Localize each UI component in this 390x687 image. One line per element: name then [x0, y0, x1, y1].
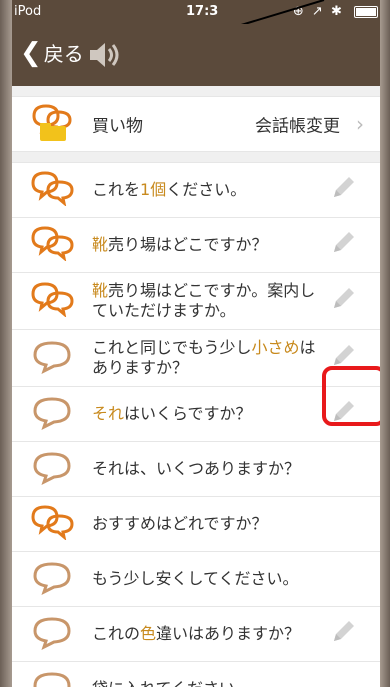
phrase-keyword: 色 [140, 624, 157, 643]
phrase-row[interactable]: それは、いくつありますか？ [12, 442, 380, 497]
phrase-text: 靴売り場はどこですか。案内していただけますか。 [92, 281, 320, 321]
phrase-row[interactable]: 靴売り場はどこですか？ [12, 218, 380, 273]
device-bezel-right [380, 0, 390, 687]
phrase-row[interactable]: おすすめはどれですか？ [12, 497, 380, 552]
speech-bubble-icon [30, 614, 76, 654]
chevron-right-icon: › [356, 112, 364, 136]
phrase-text: おすすめはどれですか？ [92, 514, 320, 534]
phrase-row[interactable]: もう少し安くしてください。 [12, 552, 380, 607]
device-bezel-left [0, 0, 12, 687]
phrase-text: それは、いくつありますか？ [92, 459, 320, 479]
category-label: 買い物 [92, 116, 143, 137]
phrase-keyword: 小さめ [251, 338, 300, 357]
status-time: 17:3 [186, 4, 219, 19]
back-button[interactable]: ❮ 戻る [20, 38, 84, 67]
phrase-segment: これの [92, 624, 141, 643]
phrase-segment: ください。 [166, 180, 247, 199]
phrase-segment: 袋に入れてください。 [92, 679, 251, 687]
chevron-left-icon: ❮ [20, 37, 42, 68]
pencil-icon[interactable] [328, 617, 358, 651]
phrase-row[interactable]: これの色違いはありますか？ [12, 607, 380, 662]
pencil-icon[interactable] [328, 173, 358, 207]
speech-bubble-icon [30, 669, 76, 687]
phrase-segment: もう少し安くしてください。 [92, 569, 299, 588]
phrase-text: 袋に入れてください。 [92, 679, 320, 687]
phrase-segment: 売り場はどこですか？ [108, 235, 268, 254]
pencil-icon[interactable] [328, 284, 358, 318]
phrase-keyword: 靴 [92, 235, 109, 254]
phrase-text: もう少し安くしてください。 [92, 569, 320, 589]
speech-bubble-icon [30, 170, 76, 210]
folder-chat-icon [30, 102, 74, 146]
phrase-keyword: それ [92, 404, 125, 423]
phrase-text: これと同じでもう少し小さめはありますか？ [92, 338, 320, 378]
speech-bubble-icon [30, 559, 76, 599]
phrase-segment: 売り場はどこですか。案内していただけますか。 [92, 281, 316, 320]
phrase-segment: それは、いくつありますか？ [92, 459, 301, 478]
pencil-icon[interactable] [328, 228, 358, 262]
speech-bubble-icon [30, 504, 76, 544]
phrase-keyword: 1 [140, 180, 151, 199]
status-bar: iPod 17:3 ⊕ ↗ ✱ [0, 0, 390, 24]
phrase-segment: おすすめはどれですか？ [92, 514, 268, 533]
phrase-keyword: 個 [150, 180, 167, 199]
speech-bubble-icon [30, 281, 76, 321]
battery-icon [354, 5, 378, 18]
phrase-text: 靴売り場はどこですか？ [92, 235, 320, 255]
phrase-row[interactable]: 靴売り場はどこですか。案内していただけますか。 [12, 273, 380, 330]
phrase-text: これの色違いはありますか？ [92, 624, 320, 644]
carrier-label: iPod [14, 4, 42, 19]
back-label: 戻る [43, 42, 84, 66]
list-gap [12, 86, 380, 97]
speech-bubble-icon [30, 338, 76, 378]
speech-bubble-icon [30, 449, 76, 489]
speech-bubble-icon [30, 394, 76, 434]
phrase-segment: 違いはありますか？ [156, 624, 301, 643]
phrase-segment: これを [92, 180, 141, 199]
phrase-segment: これと同じでもう少し [92, 338, 252, 357]
highlight-annotation [322, 366, 386, 426]
navigation-bar: ❮ 戻る [0, 24, 390, 86]
device-screen: iPod 17:3 ⊕ ↗ ✱ ❮ 戻る 買い物 会話帳変更 › これを1個くだ… [0, 0, 390, 687]
change-book-button[interactable]: 会話帳変更 [255, 112, 340, 137]
category-row[interactable]: 買い物 会話帳変更 › [12, 97, 380, 152]
phrase-segment: はいくらですか？ [124, 404, 252, 423]
list-gap [12, 152, 380, 163]
phrase-text: これを1個ください。 [92, 180, 320, 200]
speech-bubble-icon [30, 225, 76, 265]
speaker-icon[interactable] [88, 40, 124, 74]
phrase-keyword: 靴 [92, 281, 109, 300]
phrase-row[interactable]: これを1個ください。 [12, 163, 380, 218]
phrase-text: それはいくらですか？ [92, 404, 320, 424]
phrase-row[interactable]: 袋に入れてください。 [12, 662, 380, 687]
